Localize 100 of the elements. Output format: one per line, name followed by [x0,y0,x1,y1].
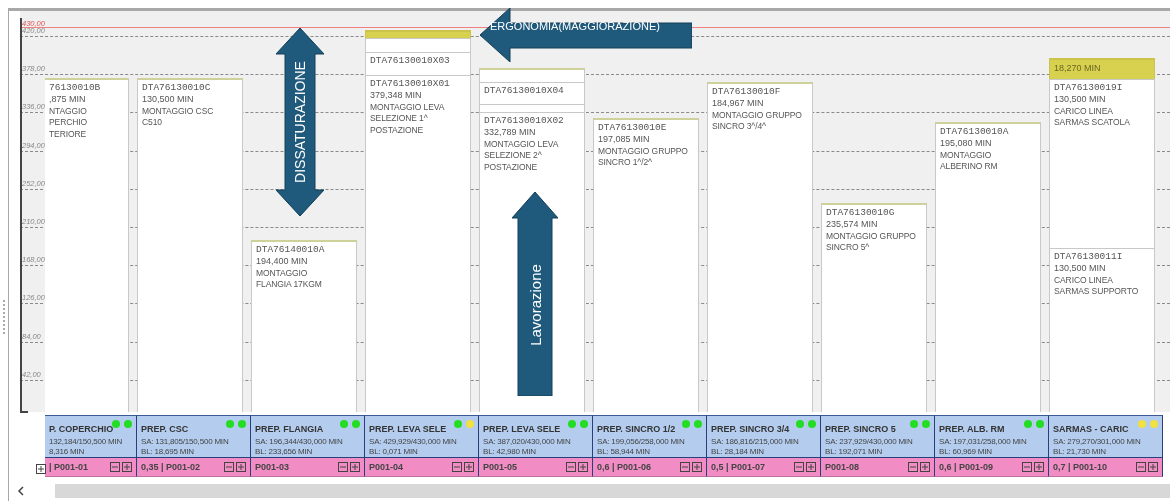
task-description: MONTAGGIO ALBERINO RM [940,150,999,173]
collapse-icon[interactable] [1136,462,1146,472]
balance-text: BL: 21,730 MIN [1053,448,1106,458]
annotation-label: ERGONOMIA(MAGGIORAZIONE) [490,20,660,32]
task-description: MONTAGGIO LEVA SELEZIONE 2^ POSTAZIONE [484,139,560,174]
collapse-icon[interactable] [794,462,804,472]
duration-text: 194,400 MIN [256,256,309,266]
station-code: 0,35 | P001-02 [141,462,201,472]
splitter-handle[interactable] [3,300,5,334]
station-code: P001-04 [369,462,404,472]
task-description: CARICO LINEA SARMAS SUPPORTO [1054,275,1140,298]
expand-icon[interactable] [350,462,360,472]
task-code: DTA76130010E [598,122,668,133]
expand-icon[interactable] [692,462,702,472]
task-code: DTA76130010F [712,86,782,97]
scrollbar-thumb[interactable] [55,484,1170,498]
station-code: P001-08 [825,462,860,472]
task-description: CARICO LINEA SARMAS SCATOLA [1054,106,1131,129]
duration-text: 195,080 MIN [940,138,993,148]
saturation-text: SA: 279,270/301,000 MIN [1053,437,1141,447]
expand-icon[interactable] [1034,462,1044,472]
collapse-icon[interactable] [1022,462,1032,472]
task-code: 76130010B [49,82,102,93]
duration-text: 197,085 MIN [598,134,651,144]
task-description: MONTAGGIO FLANGIA 17KGM [256,268,323,291]
expand-icon[interactable] [122,462,132,472]
station-code: 0,6 | P001-06 [597,462,652,472]
collapse-icon[interactable] [566,462,576,472]
task-code: DTA76130010X02 [484,115,565,126]
task-code: DTA76130010G [826,207,896,218]
task-description: MONTAGGIO LEVA SELEZIONE 1^ POSTAZIONE [370,102,446,137]
duration-text: 18,270 MIN [1054,63,1102,73]
station-title: PREP. FLANGIA [255,425,324,435]
station-code: P001-05 [483,462,518,472]
station-code: 0,7 | P001-10 [1053,462,1108,472]
task-code: DTA76130010X04 [484,85,565,96]
task-description: MONTAGGIO GRUPPO SINCRO 1^/2^ [598,146,689,169]
saturation-text: SA: 131,805/150,500 MIN [141,437,229,447]
saturation-text: SA: 429,929/430,000 MIN [369,437,457,447]
expand-icon[interactable] [236,462,246,472]
balance-text: BL: 28,184 MIN [711,448,764,458]
station-code: P001-03 [255,462,290,472]
annotation-label: DISSATURAZIONE [292,61,308,183]
expand-icon[interactable] [578,462,588,472]
expand-icon[interactable] [920,462,930,472]
station-title: PREP. ALB. RM [939,425,1005,435]
collapse-icon[interactable] [224,462,234,472]
duration-text: 130,500 MIN [142,94,195,104]
saturation-text: SA: 186,816/215,000 MIN [711,437,799,447]
station-code: 0,5 | P001-07 [711,462,766,472]
balance-text: 8,316 MIN [49,448,85,458]
station-title: PREP. LEVA SELE [369,425,447,435]
balance-text: BL: 192,071 MIN [825,448,883,458]
duration-text: 235,574 MIN [826,219,879,229]
collapse-icon[interactable] [338,462,348,472]
duration-text: 130,500 MIN [1054,263,1107,273]
task-code: DTA76130010A [940,126,1010,137]
collapse-icon[interactable] [452,462,462,472]
collapse-icon[interactable] [908,462,918,472]
collapse-icon[interactable] [110,462,120,472]
saturation-text: SA: 237,929/430,000 MIN [825,437,913,447]
station-title: PREP. SINCRO 3/4 [711,425,790,435]
task-code: DTA76130010X01 [370,78,451,89]
station-title: PREP. SINCRO 1/2 [597,425,676,435]
duration-text: 332,789 MIN [484,127,537,137]
balance-text: BL: 42,980 MIN [483,448,536,458]
station-code: | P001-01 [49,462,89,472]
expand-icon[interactable] [806,462,816,472]
task-description: NTAGGIO PERCHIO TERIORE [49,106,89,141]
annotation-label: Lavorazione [526,264,544,346]
balance-text: BL: 18,695 MIN [141,448,194,458]
task-code: DTA76140010A [256,244,326,255]
expand-icon[interactable] [1148,462,1158,472]
expand-icon[interactable] [36,464,46,474]
station-title: P. COPERCHIO [49,425,114,435]
saturation-text: SA: 197,031/258,000 MIN [939,437,1027,447]
duration-text: 130,500 MIN [1054,94,1107,104]
saturation-text: SA: 387,020/430,000 MIN [483,437,571,447]
station-title: PREP. SINCRO 5 [825,425,896,435]
scroll-left-icon[interactable] [17,486,25,496]
task-code: DTA76130011I [1054,251,1124,262]
duration-text: 184,967 MIN [712,98,765,108]
station-title: SARMAS - CARIC [1053,425,1129,435]
task-code: DTA76130010X03 [370,55,451,66]
station-title: PREP. LEVA SELE [483,425,561,435]
task-description: MONTAGGIO CSC C510 [142,106,215,129]
station-code: 0,6 | P001-09 [939,462,994,472]
station-title: PREP. CSC [141,425,189,435]
duration-text: ,875 MIN [49,94,87,104]
duration-text: 379,348 MIN [370,90,423,100]
task-description: MONTAGGIO GRUPPO SINCRO 5^ [826,231,917,254]
balance-text: BL: 58,944 MIN [597,448,650,458]
saturation-text: SA: 199,056/258,000 MIN [597,437,685,447]
task-code: DTA76130010C [142,82,212,93]
expand-icon[interactable] [464,462,474,472]
collapse-icon[interactable] [680,462,690,472]
balance-text: BL: 233,656 MIN [255,448,313,458]
task-code: DTA76130019I [1054,82,1124,93]
balance-text: BL: 60,969 MIN [939,448,992,458]
task-description: MONTAGGIO GRUPPO SINCRO 3^/4^ [712,110,803,133]
